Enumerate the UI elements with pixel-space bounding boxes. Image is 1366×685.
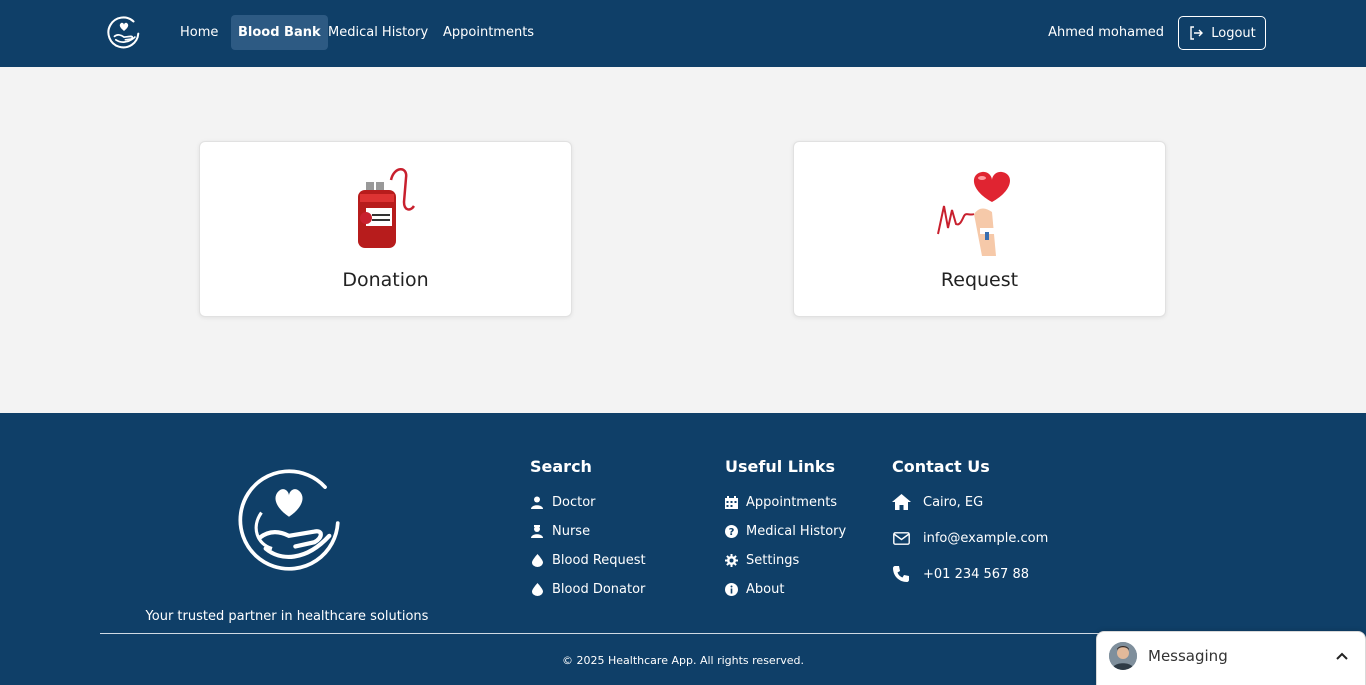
footer-tagline: Your trusted partner in healthcare solut… [145, 609, 429, 624]
footer-link-medical-history[interactable]: ? Medical History [724, 524, 846, 539]
messaging-widget[interactable]: Messaging [1096, 631, 1366, 685]
footer-logo-icon [238, 469, 340, 571]
logout-button[interactable]: Logout [1178, 16, 1266, 50]
donation-label: Donation [342, 269, 429, 291]
footer-link-label: Nurse [552, 524, 591, 539]
footer-link-blood-request[interactable]: Blood Request [530, 553, 646, 568]
footer-link-about[interactable]: About [724, 582, 784, 597]
contact-title: Contact Us [892, 457, 990, 476]
search-title: Search [530, 457, 592, 476]
nurse-icon [530, 525, 544, 539]
navbar: Home Blood Bank Medical History Appointm… [0, 0, 1366, 67]
svg-text:?: ? [728, 527, 734, 538]
contact-phone: +01 234 567 88 [891, 564, 1029, 584]
footer-link-label: Blood Donator [552, 582, 646, 597]
nav-blood-bank[interactable]: Blood Bank [231, 15, 328, 50]
chevron-up-icon[interactable] [1335, 649, 1349, 663]
footer-link-label: Appointments [746, 495, 838, 510]
avatar [1109, 642, 1137, 670]
nav-appointments[interactable]: Appointments [436, 15, 541, 50]
question-circle-icon: ? [724, 525, 738, 539]
contact-phone-text: +01 234 567 88 [923, 566, 1029, 582]
footer-link-label: About [746, 582, 785, 597]
messaging-label: Messaging [1148, 647, 1228, 665]
request-card[interactable]: Request [793, 141, 1166, 317]
contact-address: Cairo, EG [891, 492, 983, 512]
footer-link-label: Blood Request [552, 553, 646, 568]
footer-link-label: Doctor [552, 495, 596, 510]
logout-icon [1190, 26, 1204, 40]
donation-card[interactable]: Donation [199, 141, 572, 317]
contact-address-text: Cairo, EG [923, 494, 984, 510]
footer-link-label: Medical History [746, 524, 847, 539]
footer-link-doctor[interactable]: Doctor [530, 495, 596, 510]
footer-link-blood-donator[interactable]: Blood Donator [530, 582, 645, 597]
envelope-icon [891, 528, 911, 548]
nav-home[interactable]: Home [173, 15, 225, 50]
user-name: Ahmed mohamed [1048, 25, 1164, 40]
blood-drop-icon [530, 583, 544, 597]
nav-medical-history[interactable]: Medical History [321, 15, 435, 50]
contact-email: info@example.com [891, 528, 1048, 548]
heart-in-hand-icon [936, 171, 1010, 256]
footer-link-settings[interactable]: Settings [724, 553, 799, 568]
doctor-icon [530, 496, 544, 510]
phone-icon [891, 564, 911, 584]
footer-link-label: Settings [746, 553, 800, 568]
footer-link-nurse[interactable]: Nurse [530, 524, 590, 539]
footer-divider [100, 633, 1266, 634]
calendar-icon [724, 496, 738, 510]
blood-bag-icon [357, 168, 415, 248]
footer-link-appointments[interactable]: Appointments [724, 495, 837, 510]
contact-email-text: info@example.com [923, 530, 1049, 546]
request-label: Request [940, 269, 1019, 291]
useful-links-title: Useful Links [725, 457, 836, 476]
gear-icon [724, 554, 738, 568]
blood-drop-icon [530, 554, 544, 568]
home-icon [891, 492, 911, 512]
logo-icon[interactable] [107, 16, 141, 50]
info-circle-icon [724, 583, 738, 597]
logout-label: Logout [1211, 25, 1256, 41]
